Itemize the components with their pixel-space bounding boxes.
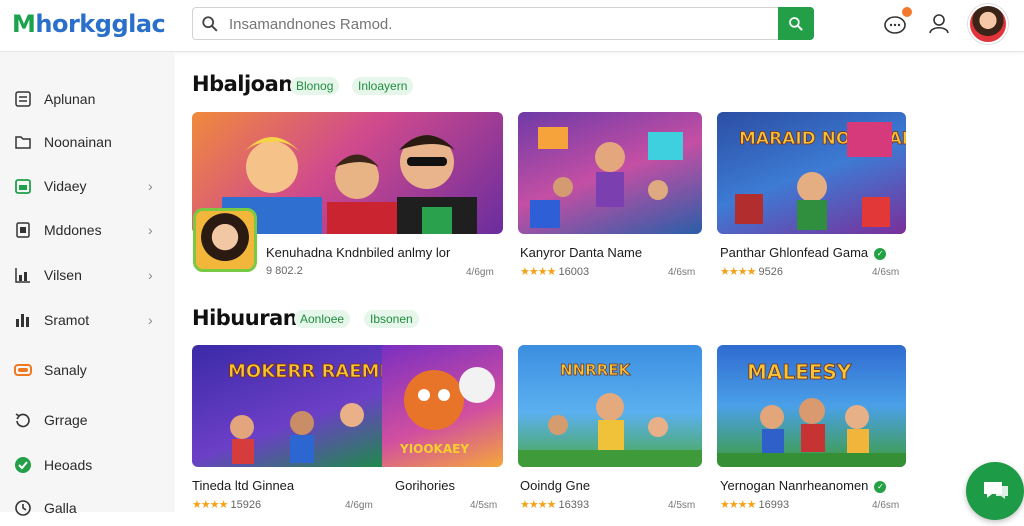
folder-icon <box>15 136 31 149</box>
chat-fab-button[interactable] <box>966 462 1024 520</box>
star-rating-icon: ★★★★ <box>720 266 756 278</box>
section-title: Hbaljoan <box>192 72 293 96</box>
bar-chart-icon <box>16 314 29 327</box>
star-rating-icon: ★★★★ <box>520 499 556 511</box>
banner-text: YIOOKAEY <box>399 442 469 456</box>
star-rating-icon: ★★★★ <box>720 499 756 511</box>
document-icon <box>16 222 30 238</box>
sidebar-item-label: Noonainan <box>44 134 112 150</box>
sidebar-item-label: Galla <box>44 500 77 516</box>
game-downloads: 4/6sm <box>668 267 696 278</box>
notifications-button[interactable] <box>882 7 912 38</box>
filter-tag[interactable]: Ibsonen <box>364 310 419 328</box>
game-thumbnail <box>518 112 702 234</box>
verified-icon: ✓ <box>874 248 887 260</box>
game-downloads: 4/5sm <box>668 500 696 511</box>
chevron-right-icon: › <box>148 222 153 238</box>
game-art: MARAID NOHPEAN <box>735 122 906 230</box>
sidebar-item-aplunan[interactable]: Aplunan <box>0 81 175 117</box>
recycle-icon <box>15 413 30 428</box>
game-title: Yernogan Nanrheanomen <box>720 478 869 493</box>
filter-tag[interactable]: Aonloee <box>294 310 351 328</box>
star-rating-icon: ★★★★ <box>192 499 228 511</box>
filter-tag[interactable]: Blonog <box>290 77 340 95</box>
search-button[interactable] <box>778 7 814 40</box>
game-art: YIOOKAEY <box>399 367 495 456</box>
sidebar-item-label: Vidaey <box>44 178 87 194</box>
game-title: Kenuhadna Kndnbiled anlmy lor <box>266 245 451 260</box>
game-title: Ooindg Gne <box>520 478 591 493</box>
game-thumbnail: YIOOKAEY <box>382 345 503 467</box>
game-downloads: 4/6sm <box>872 500 900 511</box>
sidebar-item-noonainan[interactable]: Noonainan <box>0 124 175 160</box>
list-icon <box>15 91 31 107</box>
game-downloads: 4/6gm <box>466 267 494 278</box>
sidebar-item-label: Heoads <box>44 457 93 473</box>
game-title: Gorihories <box>395 478 455 493</box>
app-icon <box>193 208 257 272</box>
toggle-icon <box>14 364 32 376</box>
banner-text: MALEESY <box>747 360 852 384</box>
search-icon <box>789 16 803 31</box>
game-rating: 16003 <box>558 266 590 278</box>
section-title: Hibuuran <box>192 306 298 330</box>
sidebar-item-label: Sramot <box>44 312 90 328</box>
game-title: Tineda ltd Ginnea <box>192 478 295 493</box>
banner-text: MOKERR RAEMEK <box>228 361 382 382</box>
game-thumbnail: MALEESY <box>717 345 906 467</box>
game-title: Panthar Ghlonfead Gama <box>720 245 869 260</box>
game-art: MALEESY <box>717 360 906 467</box>
search-icon <box>202 16 218 32</box>
sidebar-item-label: Vilsen <box>44 267 82 283</box>
profile-menu-button[interactable] <box>926 10 954 38</box>
game-downloads: 4/6sm <box>872 267 900 278</box>
game-art: NNRREK <box>518 361 702 467</box>
game-downloads: 4/5sm <box>470 500 498 511</box>
sidebar-item-mddones[interactable]: Mddones › <box>0 212 175 248</box>
game-art: MOKERR RAEMEK <box>228 361 382 464</box>
search-input[interactable] <box>229 13 769 35</box>
chat-bubble-icon <box>984 482 1008 499</box>
game-title: Kanyror Danta Name <box>520 245 643 260</box>
game-downloads: 4/6gm <box>345 500 373 511</box>
chevron-right-icon: › <box>148 178 153 194</box>
game-thumbnail: NNRREK <box>518 345 702 467</box>
game-rating: 16393 <box>558 499 590 511</box>
calendar-icon <box>15 179 31 194</box>
sidebar-item-grrage[interactable]: Grrage <box>0 402 175 438</box>
sidebar-item-heoads[interactable]: Heoads <box>0 447 175 483</box>
check-circle-icon <box>15 457 31 473</box>
sidebar-item-sanaly[interactable]: Sanaly <box>0 352 175 388</box>
user-icon <box>929 14 949 34</box>
sidebar-item-vidaey[interactable]: Vidaey › <box>0 168 175 204</box>
game-thumbnail: MARAID NOHPEAN <box>717 112 906 234</box>
top-bar: Mhorkgglac <box>0 0 1024 52</box>
star-rating-icon: ★★★★ <box>520 266 556 278</box>
game-rating: 9 802.2 <box>266 265 303 277</box>
search-bar <box>192 7 814 40</box>
game-rating: 15926 <box>230 499 262 511</box>
notification-badge <box>902 7 912 17</box>
filter-tag[interactable]: Inloayern <box>352 77 414 95</box>
avatar[interactable] <box>968 4 1008 44</box>
sidebar: Aplunan Noonainan Vidaey › Mddones › Vil… <box>0 52 175 516</box>
app-logo[interactable]: Mhorkgglac <box>12 10 166 38</box>
chevron-right-icon: › <box>148 267 153 283</box>
sidebar-item-label: Sanaly <box>44 362 87 378</box>
sidebar-item-galla[interactable]: Galla <box>0 490 175 526</box>
game-rating: 9526 <box>758 266 783 278</box>
banner-text: NNRREK <box>560 361 631 379</box>
game-art <box>530 127 683 228</box>
chevron-right-icon: › <box>148 312 153 328</box>
chart-icon <box>15 268 30 283</box>
sidebar-item-label: Aplunan <box>44 91 96 107</box>
game-thumbnail: MOKERR RAEMEK <box>192 345 382 467</box>
sidebar-item-label: Grrage <box>44 412 88 428</box>
sidebar-item-label: Mddones <box>44 222 102 238</box>
sidebar-item-vilsen[interactable]: Vilsen › <box>0 257 175 293</box>
sidebar-item-sramot[interactable]: Sramot › <box>0 302 175 338</box>
clock-icon <box>15 500 31 516</box>
verified-icon: ✓ <box>874 481 887 493</box>
game-rating: 16993 <box>758 499 790 511</box>
